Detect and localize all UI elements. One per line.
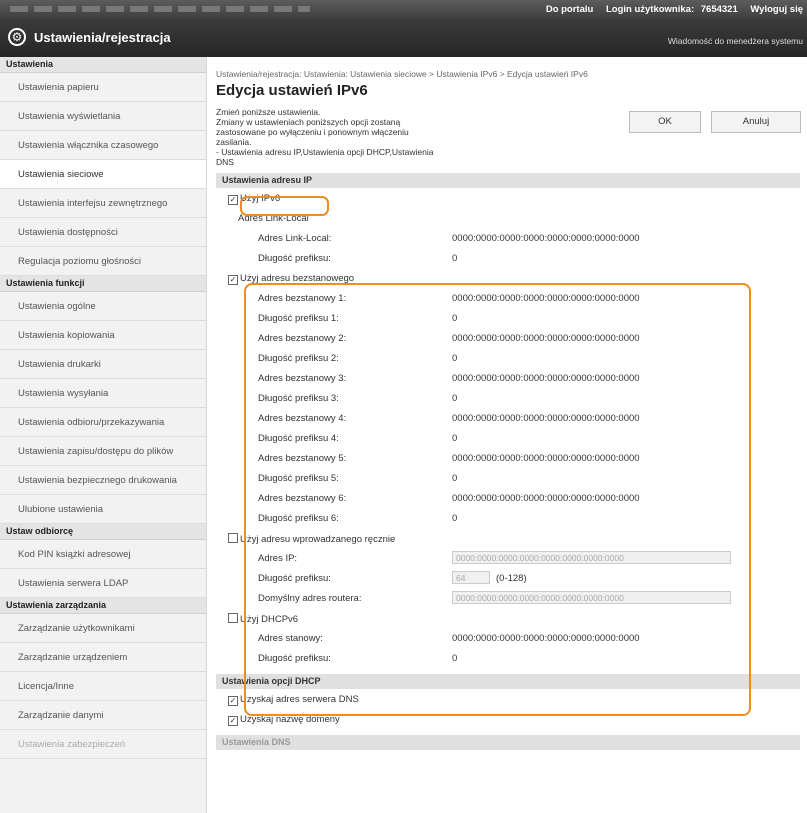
use-dhcpv6-checkbox[interactable] — [228, 613, 238, 623]
dns-section: Ustawienia DNS — [216, 735, 800, 750]
sidebar-section-function: Ustawienia funkcji — [0, 276, 206, 292]
sidebar-item-network[interactable]: Ustawienia sieciowe — [0, 160, 206, 189]
app-title: Ustawienia/rejestracja — [34, 30, 171, 45]
sidebar-section-settings: Ustawienia — [0, 57, 206, 73]
breadcrumb: Ustawienia/rejestracja: Ustawienia: Usta… — [216, 69, 588, 79]
app-header: ⚙ Ustawienia/rejestracja Wiadomość do me… — [0, 19, 807, 57]
login-value: 7654321 — [700, 4, 738, 15]
logout-link[interactable]: Wyloguj się — [750, 4, 803, 15]
sidebar-item-address-book-pin[interactable]: Kod PIN książki adresowej — [0, 540, 206, 569]
sidebar-item-security[interactable]: Ustawienia zabezpieczeń — [0, 730, 206, 759]
portal-link[interactable]: Do portalu — [546, 4, 594, 15]
sidebar-item-accessibility[interactable]: Ustawienia dostępności — [0, 218, 206, 247]
ip-section-title: Ustawienia adresu IP — [216, 173, 800, 188]
use-manual-address-checkbox[interactable] — [228, 533, 238, 543]
message-to-admin-link[interactable]: Wiadomość do menedżera systemu — [668, 36, 803, 46]
sidebar-item-license[interactable]: Licencja/Inne — [0, 672, 206, 701]
sidebar-item-paper[interactable]: Ustawienia papieru — [0, 73, 206, 102]
get-domain-name-checkbox[interactable]: ✓ — [228, 716, 238, 726]
top-bar-blurred-text — [10, 6, 310, 12]
use-ipv6-checkbox[interactable]: ✓ — [228, 195, 238, 205]
sidebar-item-printer[interactable]: Ustawienia drukarki — [0, 350, 206, 379]
sidebar-item-display[interactable]: Ustawienia wyświetlania — [0, 102, 206, 131]
sidebar-item-data[interactable]: Zarządzanie danymi — [0, 701, 206, 730]
top-bar: Do portalu Login użytkownika: 7654321 Wy… — [0, 0, 807, 19]
sidebar-item-volume[interactable]: Regulacja poziomu głośności — [0, 247, 206, 276]
dns-section-title: Ustawienia DNS — [216, 735, 800, 750]
page-title: Edycja ustawień IPv6 — [216, 82, 368, 99]
sidebar-item-copy[interactable]: Ustawienia kopiowania — [0, 321, 206, 350]
sidebar-item-secure-print[interactable]: Ustawienia bezpiecznego drukowania — [0, 466, 206, 495]
settings-logo-icon: ⚙ — [8, 28, 26, 46]
link-local-address: 0000:0000:0000:0000:0000:0000:0000:0000 — [452, 233, 640, 244]
use-stateless-checkbox[interactable]: ✓ — [228, 275, 238, 285]
sidebar-section-management: Ustawienia zarządzania — [0, 598, 206, 614]
use-ipv6-highlight — [240, 196, 329, 216]
sidebar-item-general[interactable]: Ustawienia ogólne — [0, 292, 206, 321]
sidebar-item-receive[interactable]: Ustawienia odbioru/przekazywania — [0, 408, 206, 437]
ok-button[interactable]: OK — [629, 111, 701, 133]
login-label: Login użytkownika: — [605, 4, 695, 15]
sidebar-item-timer[interactable]: Ustawienia włącznika czasowego — [0, 131, 206, 160]
link-local-prefix: 0 — [452, 253, 458, 264]
sidebar-item-store-access[interactable]: Ustawienia zapisu/dostępu do plików — [0, 437, 206, 466]
intro-text: Zmień poniższe ustawienia. Zmiany w usta… — [216, 107, 434, 167]
stateless-settings-highlight — [244, 283, 751, 716]
sidebar-item-device[interactable]: Zarządzanie urządzeniem — [0, 643, 206, 672]
cancel-button[interactable]: Anuluj — [711, 111, 801, 133]
sidebar: Ustawienia Ustawienia papieru Ustawienia… — [0, 57, 207, 813]
sidebar-item-ldap[interactable]: Ustawienia serwera LDAP — [0, 569, 206, 598]
sidebar-item-send[interactable]: Ustawienia wysyłania — [0, 379, 206, 408]
sidebar-item-external-interface[interactable]: Ustawienia interfejsu zewnętrznego — [0, 189, 206, 218]
sidebar-item-favorites[interactable]: Ulubione ustawienia — [0, 495, 206, 524]
sidebar-section-destination: Ustaw odbiorcę — [0, 524, 206, 540]
get-dns-server-checkbox[interactable]: ✓ — [228, 696, 238, 706]
sidebar-item-users[interactable]: Zarządzanie użytkownikami — [0, 614, 206, 643]
